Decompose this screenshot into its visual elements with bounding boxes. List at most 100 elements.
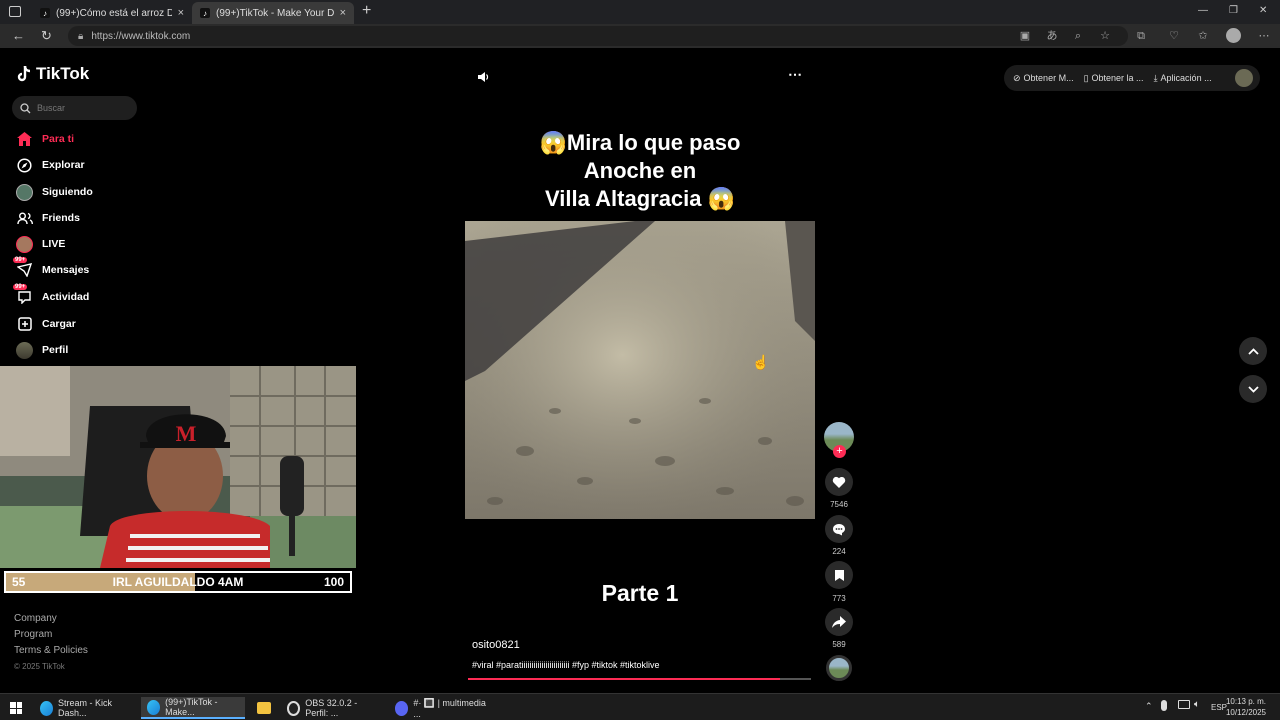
language-indicator[interactable]: ESP (1211, 703, 1227, 712)
video-hashtags[interactable]: #viral #paratiiiiiiiiiiiiiiiiiiiiiiii #f… (472, 660, 660, 670)
copyright: © 2025 TikTok (14, 662, 65, 671)
more-options-icon[interactable]: ⋯ (1257, 29, 1271, 43)
user-avatar[interactable] (1235, 69, 1253, 87)
like-count: 7546 (830, 500, 848, 509)
speaker-icon[interactable]: 🔈︎ (1194, 699, 1200, 710)
like-button[interactable] (825, 468, 853, 496)
network-icon[interactable] (1178, 700, 1190, 709)
comment-button[interactable] (825, 515, 853, 543)
share-button[interactable] (825, 608, 853, 636)
window-menu-icon[interactable] (9, 6, 21, 17)
sidebar-item-label: Explorar (42, 159, 85, 171)
save-button[interactable] (825, 561, 853, 589)
next-video-button[interactable] (1239, 375, 1267, 403)
volume-icon[interactable] (477, 71, 489, 83)
windows-start-icon[interactable] (10, 702, 22, 714)
footer-link-program[interactable]: Program (14, 627, 88, 643)
heart-icon (832, 476, 846, 488)
sidebar-item-perfil[interactable]: Perfil (16, 339, 68, 361)
sidebar-item-friends[interactable]: Friends (16, 207, 80, 229)
new-tab-button[interactable]: + (362, 2, 371, 20)
tray-chevron-up-icon[interactable]: ⌃ (1145, 701, 1153, 712)
back-arrow-icon[interactable]: ← (12, 28, 25, 43)
minimize-button[interactable]: — (1198, 5, 1208, 16)
clock-date: 10/12/2025 (1225, 708, 1266, 717)
footer-link-company[interactable]: Company (14, 611, 88, 627)
reload-icon[interactable]: ↻ (41, 28, 52, 44)
coin-icon: ⊘ (1013, 72, 1021, 83)
more-options-icon[interactable]: ⋯ (788, 66, 802, 83)
sidebar-item-explorar[interactable]: Explorar (16, 154, 85, 176)
browser-profile-avatar[interactable] (1226, 28, 1241, 43)
sidebar-item-siguiendo[interactable]: Siguiendo (16, 181, 93, 203)
footer-link-terms[interactable]: Terms & Policies (14, 643, 88, 659)
video-headline-line-1: 😱Mira lo que paso (539, 130, 741, 155)
sidebar-item-para-ti[interactable]: Para ti (16, 128, 74, 150)
live-avatar-icon (16, 235, 33, 253)
obs-icon (287, 700, 301, 716)
extensions-icon[interactable]: ⧉ (1134, 29, 1148, 43)
browser-tab-1[interactable]: ♪ (99+)Cómo está el arroz Domidio × (32, 2, 192, 24)
browser-tab-bar: ♪ (99+)Cómo está el arroz Domidio × ♪ (9… (0, 0, 1280, 24)
translate-icon[interactable]: あ (1045, 29, 1059, 43)
search-input[interactable]: Buscar (12, 96, 137, 120)
taskbar-clock[interactable]: 10:13 p. m. 10/12/2025 (1226, 696, 1266, 718)
search-placeholder: Buscar (37, 103, 66, 113)
taskbar-item-tiktok[interactable]: (99+)TikTok - Make... (141, 697, 245, 719)
clock-time: 10:13 p. m. (1225, 697, 1266, 706)
chevron-up-icon (1247, 347, 1259, 355)
chevron-down-icon (1247, 385, 1259, 393)
sidebar-item-actividad[interactable]: 99+ Actividad (13, 283, 89, 308)
friends-icon (16, 210, 33, 227)
follow-plus-icon[interactable]: + (833, 445, 846, 458)
taskbar-item-discord[interactable]: #· 🔳 | multimedia ... (389, 697, 493, 719)
browser-tab-2[interactable]: ♪ (99+)TikTok - Make Your Day × (192, 2, 354, 24)
sidebar-item-live[interactable]: LIVE (16, 233, 65, 255)
taskbar-item-file-explorer[interactable] (251, 697, 277, 719)
sound-disc-avatar[interactable] (826, 655, 852, 681)
zoom-icon[interactable]: ⌕ (1071, 29, 1085, 43)
search-icon (20, 102, 31, 113)
video-progress-bar[interactable] (468, 678, 811, 680)
desktop-app-button[interactable]: ⤓ Aplicación ... (1154, 73, 1212, 84)
share-icon (832, 616, 846, 628)
address-bar[interactable]: 🔒︎ https://www.tiktok.com (68, 26, 1128, 46)
bookmark-icon (834, 569, 844, 581)
sidebar-item-mensajes[interactable]: 99+ Mensajes (13, 256, 89, 281)
activity-icon: 99+ (13, 283, 33, 306)
video-caption-overlay: Parte 1 (601, 580, 679, 606)
favorite-star-icon[interactable]: ☆ (1098, 29, 1112, 43)
video-headline-line-3: Villa Altagracia 😱 (544, 186, 736, 211)
windows-taskbar: Stream - Kick Dash... (99+)TikTok - Make… (0, 693, 1280, 720)
browser-essentials-icon[interactable]: ♡ (1167, 29, 1181, 43)
taskbar-item-label: (99+)TikTok - Make... (165, 697, 218, 717)
tiktok-favicon-icon: ♪ (40, 8, 50, 18)
taskbar-item-label: Stream - Kick Dash... (58, 698, 113, 718)
taskbar-item-obs[interactable]: OBS 32.0.2 - Perfil: ... (281, 697, 385, 719)
url-text[interactable]: https://www.tiktok.com (91, 31, 190, 42)
sidebar-item-label: Friends (42, 212, 80, 224)
taskbar-item-stream[interactable]: Stream - Kick Dash... (34, 697, 138, 719)
sidebar-item-label: Cargar (42, 318, 76, 330)
home-icon (16, 131, 33, 148)
sidebar-item-cargar[interactable]: Cargar (16, 313, 76, 335)
site-info-icon[interactable]: 🔒︎ (78, 31, 83, 42)
split-screen-icon[interactable]: ▣ (1018, 29, 1032, 43)
close-window-button[interactable]: ✕ (1259, 5, 1267, 16)
tab-close-icon[interactable]: × (340, 7, 346, 19)
tiktok-logo[interactable]: TikTok (16, 64, 89, 84)
previous-video-button[interactable] (1239, 337, 1267, 365)
get-app-label: Obtener la ... (1091, 73, 1144, 83)
microphone-icon[interactable] (1161, 700, 1167, 711)
folder-icon (257, 702, 271, 714)
favorites-collection-icon[interactable]: ✩ (1196, 29, 1210, 43)
get-app-button[interactable]: ▯ Obtener la ... (1084, 73, 1144, 84)
get-coins-button[interactable]: ⊘ Obtener M... (1013, 73, 1074, 84)
maximize-button[interactable]: ❐ (1229, 5, 1238, 16)
sidebar-item-label: Perfil (42, 344, 69, 356)
edge-icon (147, 699, 161, 715)
sidebar-footer: Company Program Terms & Policies © 2025 … (14, 611, 88, 675)
video-author[interactable]: osito0821 (472, 639, 520, 651)
video-headline-line-2: Anoche en (583, 158, 697, 183)
tab-close-icon[interactable]: × (178, 7, 184, 19)
